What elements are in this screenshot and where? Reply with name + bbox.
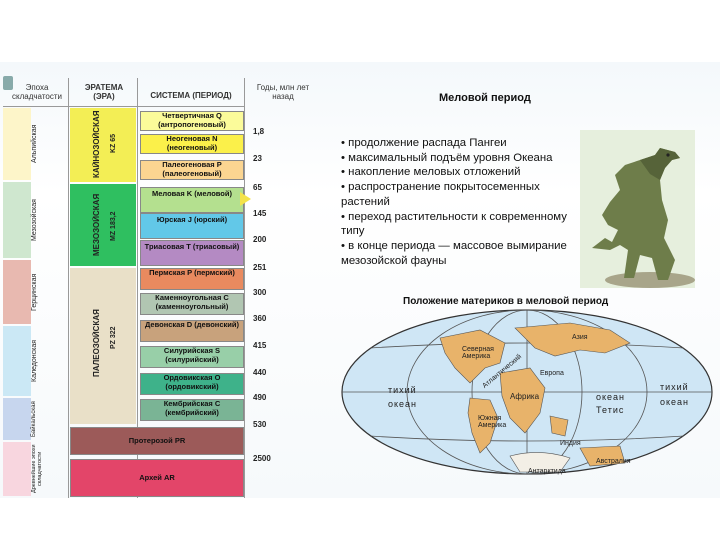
folding-epoch-label: Каледонская (31, 339, 38, 383)
epoch-color (3, 260, 31, 324)
map-label-north-america: Северная Америка (462, 346, 494, 360)
era-code: MZ 183,2 (110, 211, 117, 241)
system-proterozoic: Протерозой PR (70, 427, 244, 455)
map-title: Положение материков в меловой период (403, 296, 609, 307)
era-cenozoic: КАЙНОЗОЙСКАЯ KZ 65 (70, 108, 136, 182)
system-devonian: Девонская D (девонский) (140, 320, 244, 342)
age-label: 530 (253, 420, 267, 429)
age-label: 1,8 (253, 127, 265, 136)
folding-epoch-alpine: Альпийская (3, 108, 65, 180)
system-archean: Архей AR (70, 459, 244, 497)
epoch-color (3, 442, 31, 496)
map-label-ocean-right: тихий (660, 382, 689, 392)
map-label-ocean-mid: океан (596, 392, 626, 402)
header-system: СИСТЕМА (ПЕРИОД) (150, 91, 232, 100)
system-triassic: Триасовая T (триасовый) (140, 240, 244, 266)
age-label: 251 (253, 263, 267, 272)
divider (68, 78, 69, 498)
era-code: KZ 65 (110, 133, 117, 153)
system-permian: Пермская P (пермский) (140, 268, 244, 290)
fact-item: • накопление меловых отложений (341, 166, 521, 179)
map-label-tethys: Тетис (596, 405, 625, 415)
era-code: PZ 322 (110, 326, 117, 350)
header-years: Годы, млн лет назад (256, 83, 310, 101)
age-label: 145 (253, 209, 267, 218)
map-label-asia: Азия (572, 334, 588, 341)
fact-item: • продолжение распада Пангеи (341, 137, 507, 149)
folding-epoch-mesozoic: Мезозойская (3, 182, 65, 258)
age-label: 440 (253, 368, 267, 377)
divider (3, 106, 245, 107)
folding-epoch-hercynian: Герцинская (3, 260, 65, 324)
header-eon: Эпоха складчатости (12, 83, 62, 101)
map-label-australia: Австралия (596, 458, 631, 465)
age-label: 490 (253, 393, 267, 402)
map-label-ocean-right: океан (660, 397, 690, 407)
age-label: 23 (253, 154, 262, 163)
age-label: 415 (253, 341, 267, 350)
system-carboniferous: Каменноугольная C (каменноугольный) (140, 293, 244, 315)
fact-item: • переход растительности к современному … (341, 210, 567, 238)
folding-epoch-label: Древнейшие эпохи складчатости (31, 444, 43, 494)
age-label: 360 (253, 314, 267, 323)
system-silurian: Силурийская S (силурийский) (140, 346, 244, 368)
folding-epoch-label: Мезозойская (31, 199, 38, 241)
map-label-africa: Африка (510, 392, 540, 401)
header-era: ЭРАТЕМА (ЭРА) (84, 83, 124, 101)
epoch-color (3, 182, 31, 258)
fact-item: • распространение покрытосеменных растен… (341, 181, 540, 208)
map-label-india: Индия (560, 440, 581, 447)
age-label: 2500 (253, 454, 271, 463)
era-name: МЕЗОЗОЙСКАЯ (92, 193, 101, 257)
folding-epoch-caledonian: Каледонская (3, 326, 65, 396)
epoch-color (3, 108, 31, 180)
divider (244, 78, 245, 498)
map-label-europe: Европа (540, 370, 564, 377)
system-neogene: Неогеновая N (неогеновый) (140, 134, 244, 154)
map-label-south-america: Южная Америка (478, 415, 507, 429)
fact-item: • в конце периода — массовое вымирание м… (341, 239, 567, 267)
era-paleozoic: ПАЛЕОЗОЙСКАЯ PZ 322 (70, 268, 136, 424)
pointer-arrow-icon (240, 192, 251, 206)
map-label-ocean-left: океан (388, 399, 418, 409)
system-ordovician: Ордовикская O (ордовикский) (140, 373, 244, 395)
dinosaur-illustration (580, 130, 695, 288)
system-cambrian: Кембрийская C (кембрийский) (140, 399, 244, 421)
system-jurassic: Юрская J (юрский) (140, 213, 244, 239)
system-cretaceous: Меловая K (меловой) (140, 187, 244, 213)
age-label: 300 (253, 288, 267, 297)
folding-epoch-label: Герцинская (31, 273, 38, 311)
epoch-color (3, 326, 31, 396)
age-label: 200 (253, 235, 267, 244)
era-name: КАЙНОЗОЙСКАЯ (92, 110, 101, 178)
map-label-antarctica: Антарктида (528, 468, 566, 475)
folding-epoch-label: Байкальская (31, 401, 37, 437)
system-paleogene: Палеогеновая P (палеогеновый) (140, 160, 244, 180)
map-label-ocean-left: тихий (388, 385, 417, 395)
era-mesozoic: МЕЗОЗОЙСКАЯ MZ 183,2 (70, 184, 136, 266)
folding-epoch-ancient: Древнейшие эпохи складчатости (3, 442, 65, 496)
facts-list: • продолжение распада Пангеи • максималь… (341, 136, 576, 268)
era-name: ПАЛЕОЗОЙСКАЯ (92, 309, 101, 377)
folding-epoch-label: Альпийская (31, 124, 38, 164)
system-quaternary: Четвертичная Q (антропогеновый) (140, 111, 244, 131)
slide-title: Меловой период (439, 92, 531, 104)
epoch-color (3, 398, 31, 440)
age-label: 65 (253, 183, 262, 192)
fact-item: • максимальный подъём уровня Океана (341, 151, 553, 164)
folding-epoch-baikal: Байкальская (3, 398, 65, 440)
